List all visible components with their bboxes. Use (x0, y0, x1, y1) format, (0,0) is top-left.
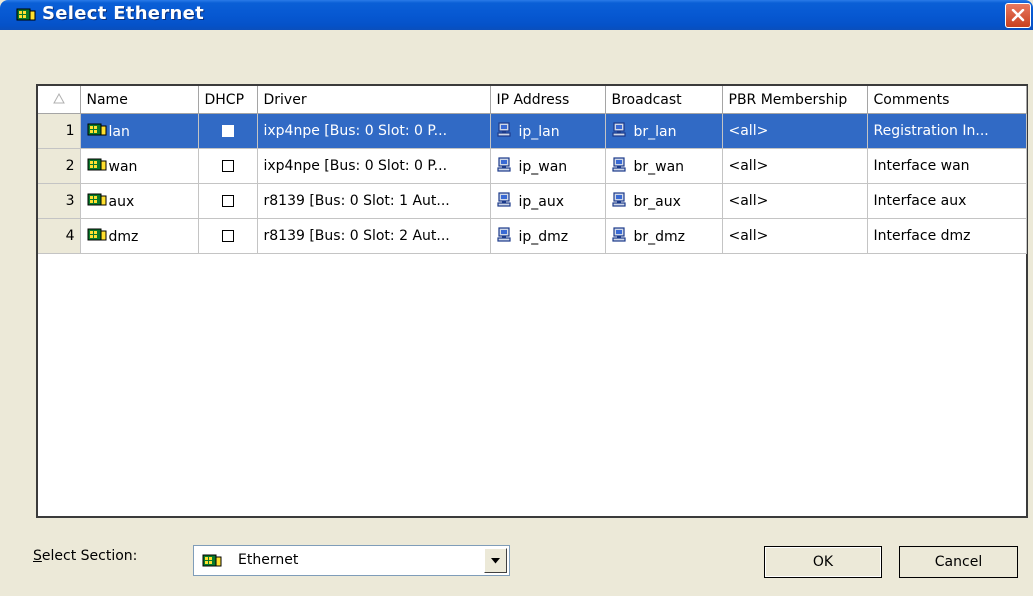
cell-dhcp[interactable] (198, 113, 258, 149)
cell-broadcast-text: br_aux (633, 194, 681, 210)
column-header-ip-address[interactable]: IP Address (490, 86, 606, 114)
cell-ip-address-text: ip_dmz (518, 229, 569, 245)
row-number[interactable]: 4 (38, 218, 81, 254)
sort-indicator-icon (52, 92, 65, 103)
dhcp-checkbox[interactable] (221, 230, 234, 242)
cell-driver[interactable]: r8139 [Bus: 0 Slot: 2 Aut... (257, 218, 491, 254)
computer-icon (611, 227, 626, 242)
cell-name-text: aux (108, 194, 135, 210)
close-icon (1011, 9, 1025, 22)
cell-comments[interactable]: Registration In... (867, 113, 1027, 149)
cell-pbr-membership[interactable]: <all> (722, 183, 868, 219)
cell-name[interactable]: lan (80, 113, 199, 149)
ethernet-table: Name DHCP Driver IP Address Broadcast PB… (38, 86, 1027, 254)
cell-comments[interactable]: Interface aux (867, 183, 1027, 219)
cell-ip-address[interactable]: ip_dmz (490, 218, 606, 254)
select-section-label-rest: elect Section: (41, 548, 138, 564)
computer-icon (496, 227, 511, 242)
cell-pbr-membership[interactable]: <all> (722, 218, 868, 254)
dropdown-button[interactable] (484, 548, 507, 573)
dhcp-checkbox[interactable] (221, 160, 234, 172)
ok-button[interactable]: OK (764, 546, 882, 578)
cell-pbr-membership[interactable]: <all> (722, 148, 868, 184)
cell-driver[interactable]: ixp4npe [Bus: 0 Slot: 0 P... (257, 113, 491, 149)
cell-broadcast-text: br_wan (633, 159, 685, 175)
column-header-name[interactable]: Name (80, 86, 199, 114)
cell-dhcp[interactable] (198, 183, 258, 219)
select-section-value: Ethernet (238, 552, 299, 568)
cell-broadcast-text: br_dmz (633, 229, 686, 245)
cell-ip-address-text: ip_wan (518, 159, 568, 175)
network-card-icon (16, 8, 36, 21)
select-ethernet-dialog: Select Ethernet Name DHCP Driver IP Addr… (0, 0, 1033, 596)
sort-indicator-header[interactable] (38, 86, 81, 114)
dhcp-checkbox[interactable] (221, 195, 234, 207)
network-card-icon (202, 554, 222, 567)
title-bar[interactable]: Select Ethernet (0, 0, 1033, 30)
cell-name-text: wan (108, 159, 138, 175)
dhcp-checkbox[interactable] (221, 125, 234, 137)
cell-driver[interactable]: ixp4npe [Bus: 0 Slot: 0 P... (257, 148, 491, 184)
column-header-pbr-membership[interactable]: PBR Membership (722, 86, 868, 114)
cell-comments[interactable]: Interface wan (867, 148, 1027, 184)
column-header-broadcast[interactable]: Broadcast (605, 86, 723, 114)
network-card-icon (87, 158, 106, 171)
cell-dhcp[interactable] (198, 148, 258, 184)
computer-icon (496, 192, 511, 207)
cell-broadcast-text: br_lan (633, 124, 677, 140)
cell-ip-address[interactable]: ip_lan (490, 113, 606, 149)
computer-icon (611, 192, 626, 207)
network-card-icon (87, 123, 106, 136)
cell-driver[interactable]: r8139 [Bus: 0 Slot: 1 Aut... (257, 183, 491, 219)
table-row[interactable]: 4 dmz r8139 [Bus: 0 Slot: 2 Aut... ip_dmz br… (38, 218, 1027, 254)
cell-ip-address-text: ip_aux (518, 194, 565, 210)
cell-broadcast[interactable]: br_dmz (605, 218, 723, 254)
table-row[interactable]: 3 aux r8139 [Bus: 0 Slot: 1 Aut... ip_aux br… (38, 183, 1027, 219)
network-card-icon (87, 193, 106, 206)
row-number[interactable]: 1 (38, 113, 81, 149)
cell-broadcast[interactable]: br_lan (605, 113, 723, 149)
grid-header-row: Name DHCP Driver IP Address Broadcast PB… (38, 86, 1027, 114)
cell-ip-address[interactable]: ip_aux (490, 183, 606, 219)
cell-pbr-membership[interactable]: <all> (722, 113, 868, 149)
ethernet-grid[interactable]: Name DHCP Driver IP Address Broadcast PB… (36, 84, 1028, 518)
cell-ip-address[interactable]: ip_wan (490, 148, 606, 184)
cell-name[interactable]: aux (80, 183, 199, 219)
column-header-dhcp[interactable]: DHCP (198, 86, 258, 114)
window-title: Select Ethernet (42, 3, 205, 24)
dropdown-arrow-icon (491, 558, 500, 564)
select-section-label: Select Section: (33, 548, 137, 564)
computer-icon (611, 157, 626, 172)
cell-comments[interactable]: Interface dmz (867, 218, 1027, 254)
column-header-driver[interactable]: Driver (257, 86, 491, 114)
cell-ip-address-text: ip_lan (518, 124, 560, 140)
cell-name-text: dmz (108, 229, 139, 245)
column-header-comments[interactable]: Comments (867, 86, 1027, 114)
select-section-dropdown[interactable]: Ethernet (193, 545, 510, 576)
table-row[interactable]: 1 lan ixp4npe [Bus: 0 Slot: 0 P... ip_lan br… (38, 113, 1027, 149)
computer-icon (496, 157, 511, 172)
cell-name-text: lan (108, 124, 130, 140)
computer-icon (611, 122, 626, 137)
row-number[interactable]: 3 (38, 183, 81, 219)
computer-icon (496, 122, 511, 137)
cell-name[interactable]: dmz (80, 218, 199, 254)
cell-dhcp[interactable] (198, 218, 258, 254)
row-number[interactable]: 2 (38, 148, 81, 184)
network-card-icon (87, 228, 106, 241)
cell-name[interactable]: wan (80, 148, 199, 184)
table-row[interactable]: 2 wan ixp4npe [Bus: 0 Slot: 0 P... ip_wan br… (38, 148, 1027, 184)
select-section-label-accel: S (33, 548, 42, 564)
cell-broadcast[interactable]: br_wan (605, 148, 723, 184)
close-button[interactable] (1005, 3, 1031, 28)
cancel-button[interactable]: Cancel (899, 546, 1018, 578)
cell-broadcast[interactable]: br_aux (605, 183, 723, 219)
